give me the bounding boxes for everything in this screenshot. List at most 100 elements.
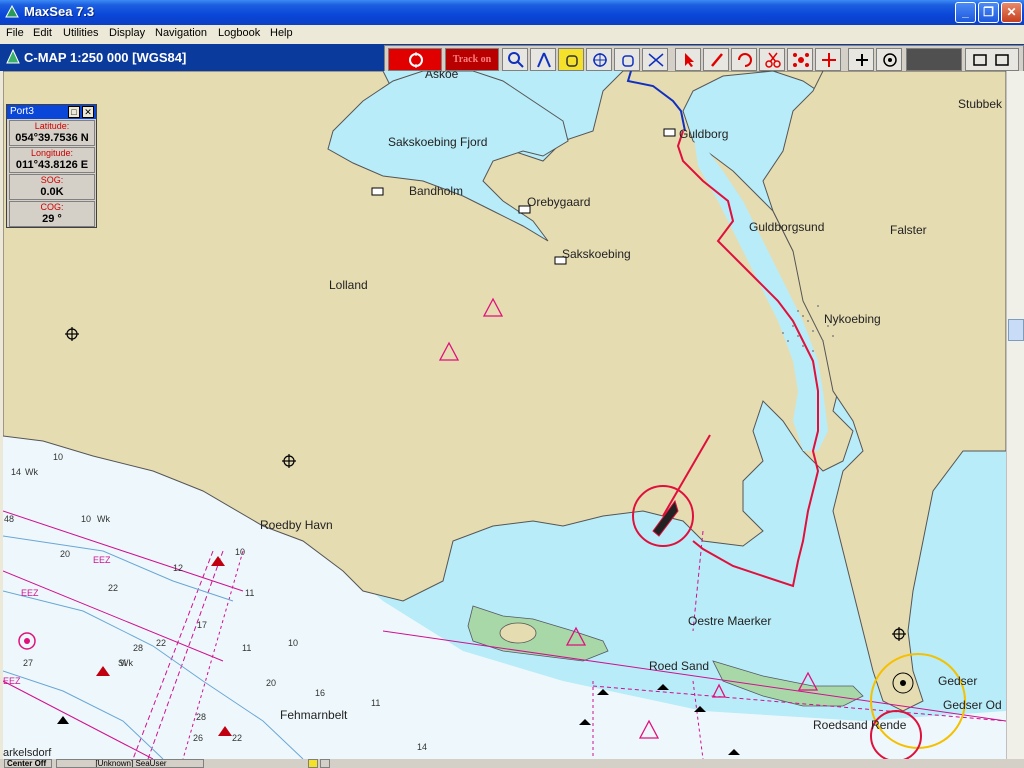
depth-sounding: 16 [315,688,326,698]
depth-sounding: 28 [196,712,207,722]
longitude-value: 011°43.8126 E [15,159,89,171]
zoom-tool-button[interactable] [502,48,528,71]
sog-value: 0.0K [40,186,64,198]
wreck-label: Wk [97,514,110,524]
chart-logo-icon [6,49,20,64]
alarm-button[interactable] [388,48,442,71]
hand-icon [566,55,578,67]
scissors-icon [765,52,781,68]
route-tool-button[interactable] [731,48,757,71]
map-label-stubbek: Stubbek [958,97,1003,111]
map-label-gedser-odde: Gedser Od [943,698,1002,712]
move-tool-button[interactable] [815,48,841,71]
title-bar[interactable]: MaxSea 7.3 _ ❐ ✕ [0,0,1024,25]
move-arrows-icon [822,53,836,67]
nautical-chart[interactable]: Askoe Stubbek Guldborg Sakskoebing Fjord… [3,71,1006,759]
map-label-markelsdorf: arkelsdorf [3,747,52,759]
grab-tool-button[interactable] [614,48,640,71]
depth-sounding: 20 [266,678,277,688]
port-panel-title: Port3 [10,106,34,117]
depth-sounding: 11 [245,588,255,598]
map-label-nykoebing: Nykoebing [824,312,881,326]
depth-sounding: 12 [173,563,184,573]
map-label-guldborg: Guldborg [679,127,729,141]
target-icon [883,53,897,67]
map-label-roed-sand: Roed Sand [649,659,710,673]
latitude-label: Latitude: [34,121,70,131]
cut-tool-button[interactable] [759,48,785,71]
arrow-pointer-icon [685,53,694,67]
map-label-fehmarnbelt: Fehmarnbelt [280,708,348,722]
restore-icon: ❐ [983,5,994,19]
pan-tool-button[interactable] [558,48,584,71]
map-label-guldborgsund: Guldborgsund [749,220,825,234]
waypoints-icon [793,53,809,67]
depth-sounding: 22 [108,583,119,593]
pencil-tool-button[interactable] [703,48,729,71]
close-icon: ✕ [84,107,92,117]
cog-field: COG: 29 ° [9,201,95,227]
panel-restore-button[interactable]: □ [68,106,80,118]
menu-help[interactable]: Help [270,27,293,39]
menu-utilities[interactable]: Utilities [63,27,98,39]
map-label-sakskoebing-fjord: Sakskoebing Fjord [388,135,488,149]
latitude-value: 054°39.7536 N [15,132,89,144]
target-button[interactable] [876,48,902,71]
map-label-bandholm: Bandholm [409,184,464,198]
app-logo-icon [5,5,19,18]
longitude-label: Longitude: [30,148,74,158]
depth-sounding: 11 [242,643,252,653]
waypoints-tool-button[interactable] [787,48,813,71]
lifebuoy-icon [409,52,423,68]
menu-logbook[interactable]: Logbook [218,27,260,39]
panel-close-button[interactable]: ✕ [82,106,94,118]
depth-sounding: 14 [11,467,22,477]
menu-bar: File Edit Utilities Display Navigation L… [0,25,1024,44]
longitude-field: Longitude: 011°43.8126 E [9,147,95,173]
depth-sounding: 14 [417,742,428,752]
menu-navigation[interactable]: Navigation [155,27,207,39]
maximize-button[interactable]: ❐ [978,2,999,23]
depth-sounding: 17 [197,620,208,630]
crosshair-icon [593,53,607,67]
map-label-sakskoebing: Sakskoebing [562,247,631,261]
depth-sounding: 10 [288,638,299,648]
close-button[interactable]: ✕ [1001,2,1022,23]
add-point-button[interactable] [848,48,874,71]
eez-label: EEZ [93,555,111,565]
compass-tool-button[interactable] [530,48,556,71]
scrollbar-thumb[interactable] [1008,319,1024,341]
map-vertical-scrollbar[interactable] [1006,71,1024,759]
map-label-falster: Falster [890,223,927,237]
status-indicator [308,759,318,768]
port-panel-header[interactable]: Port3 □ ✕ [7,105,96,119]
menu-display[interactable]: Display [109,27,145,39]
plus-icon [856,54,868,66]
window-square-icon: □ [71,107,77,117]
depth-sounding: 22 [156,638,167,648]
cog-value: 29 ° [42,213,62,225]
route-loop-icon [738,53,752,67]
pointer-tool-button[interactable] [675,48,701,71]
minimize-button[interactable]: _ [955,2,976,23]
measure-tool-button[interactable] [642,48,668,71]
depth-sounding: 27 [23,658,34,668]
port-info-panel: Port3 □ ✕ Latitude: 054°39.7536 N Longit… [6,104,97,228]
magnifier-icon [508,52,524,68]
map-label-orebygaard: Orebygaard [527,195,591,209]
depth-sounding: 28 [133,643,144,653]
depth-sounding: 20 [60,549,71,559]
window-title: MaxSea 7.3 [24,4,95,19]
center-off-status[interactable]: Center Off [4,759,52,768]
track-on-button[interactable]: Track on [445,48,499,71]
eez-label: EEZ [21,588,39,598]
layout-button[interactable] [965,48,1019,71]
cog-label: COG: [40,202,64,212]
menu-edit[interactable]: Edit [33,27,52,39]
menu-file[interactable]: File [6,27,24,39]
maxsea-window: MaxSea 7.3 _ ❐ ✕ File Edit Utilities Dis… [0,0,1024,768]
latitude-field: Latitude: 054°39.7536 N [9,120,95,146]
center-tool-button[interactable] [586,48,612,71]
silt-label: Si [118,658,127,668]
depth-sounding: 26 [193,733,204,743]
